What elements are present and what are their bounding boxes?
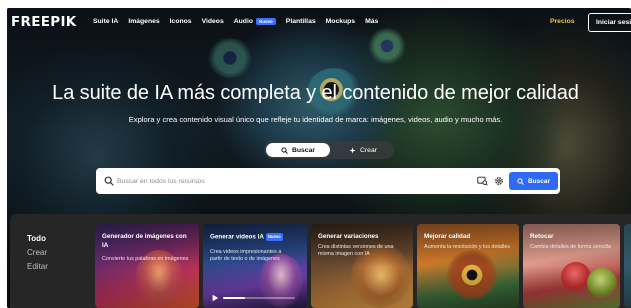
search-icon <box>104 176 114 186</box>
create-mode-label: Crear <box>360 146 377 154</box>
card-overlay <box>624 224 631 308</box>
nav-label: Imágenes <box>128 18 160 25</box>
create-mode-button[interactable]: Crear <box>334 143 392 157</box>
card-title: Retocar <box>530 233 554 240</box>
nav-suite-ia[interactable]: Suite IA <box>93 18 118 25</box>
peacock-feather-eye <box>207 38 253 78</box>
tools-category-menu: Todo Crear Editar <box>27 234 48 271</box>
nav-label: Iconos <box>169 18 192 25</box>
nav-label: Mockups <box>325 18 356 25</box>
hero-headline: La suite de IA más completa y el conteni… <box>52 82 579 104</box>
play-icon[interactable] <box>211 294 219 302</box>
card-description: Aumenta la resolución y los detalles <box>424 244 510 250</box>
mode-toggle: Buscar Crear <box>264 141 394 159</box>
card-title: Generar variaciones <box>318 233 379 240</box>
search-button-label: Buscar <box>527 177 551 185</box>
nav-label: Suite IA <box>93 18 119 25</box>
search-mode-label: Buscar <box>291 146 316 154</box>
card-title: Generar videos IA Nuevo <box>210 233 298 242</box>
search-bar: Buscar <box>96 168 560 194</box>
search-submit-button[interactable]: Buscar <box>509 172 558 190</box>
settings-icon[interactable] <box>494 176 504 186</box>
card-title-text: Generar videos IA <box>210 233 264 241</box>
card-description: Convierte tus palabras en imágenes <box>102 256 189 262</box>
search-icon <box>517 177 524 185</box>
nav-imagenes[interactable]: Imágenes <box>128 18 159 25</box>
tool-card-retouch[interactable]: Retocar Cambia detalles de forma sencill… <box>523 224 620 308</box>
login-button[interactable]: Iniciar sesión <box>588 13 631 32</box>
new-badge: Nuevo <box>256 18 276 25</box>
hero-subline: Explora y crea contenido visual único qu… <box>128 115 503 124</box>
video-progress-fill <box>223 297 245 299</box>
tool-card-video-generator[interactable]: Generar videos IA Nuevo Crea videos impre… <box>203 224 307 308</box>
tool-card-variations[interactable]: Generar variaciones Crea distintas versi… <box>311 224 413 308</box>
freepik-logo[interactable]: FREEPIK <box>11 14 77 30</box>
nav-audio[interactable]: Audio Nuevo <box>234 18 276 25</box>
video-progress-bar[interactable] <box>223 297 295 299</box>
image-search-icon[interactable] <box>477 176 488 186</box>
tool-card-image-generator[interactable]: Generador de imágenes con IA Convierte t… <box>95 224 199 308</box>
category-crear[interactable]: Crear <box>27 248 48 257</box>
nav-videos[interactable]: Videos <box>202 18 224 25</box>
card-description: Crea videos impresionantes a partir de t… <box>210 249 282 263</box>
nav-label: Plantillas <box>285 18 316 25</box>
card-description: Cambia detalles de forma sencilla <box>530 244 611 250</box>
card-title: Mejorar calidad <box>424 233 471 240</box>
category-todo[interactable]: Todo <box>27 234 48 243</box>
search-mode-button[interactable]: Buscar <box>266 143 330 157</box>
nav-label: Videos <box>201 18 224 25</box>
sparkle-icon <box>349 146 356 154</box>
nav-label: Audio <box>233 18 254 25</box>
tool-card-partial[interactable]: C <box>624 224 631 308</box>
search-input[interactable] <box>117 173 447 189</box>
nav-label: Más <box>365 18 379 25</box>
nav-plantillas[interactable]: Plantillas <box>286 18 316 25</box>
card-description: Crea distintas versiones de una misma im… <box>318 244 394 258</box>
tools-panel: Todo Crear Editar Generador de imágenes … <box>10 214 631 308</box>
new-badge: Nuevo <box>265 233 283 241</box>
nav-mockups[interactable]: Mockups <box>326 18 355 25</box>
search-icon <box>281 146 288 154</box>
top-navigation: FREEPIK Suite IA Imágenes Iconos Videos … <box>0 8 631 36</box>
nav-mas[interactable]: Más <box>365 18 378 25</box>
category-editar[interactable]: Editar <box>27 262 48 271</box>
pricing-link[interactable]: Precios <box>550 18 575 25</box>
card-title: Generador de imágenes con IA <box>102 233 187 249</box>
tool-card-upscale[interactable]: Mejorar calidad Aumenta la resolución y … <box>417 224 519 308</box>
nav-links: Suite IA Imágenes Iconos Videos Audio Nue… <box>93 18 388 25</box>
nav-iconos[interactable]: Iconos <box>170 18 192 25</box>
